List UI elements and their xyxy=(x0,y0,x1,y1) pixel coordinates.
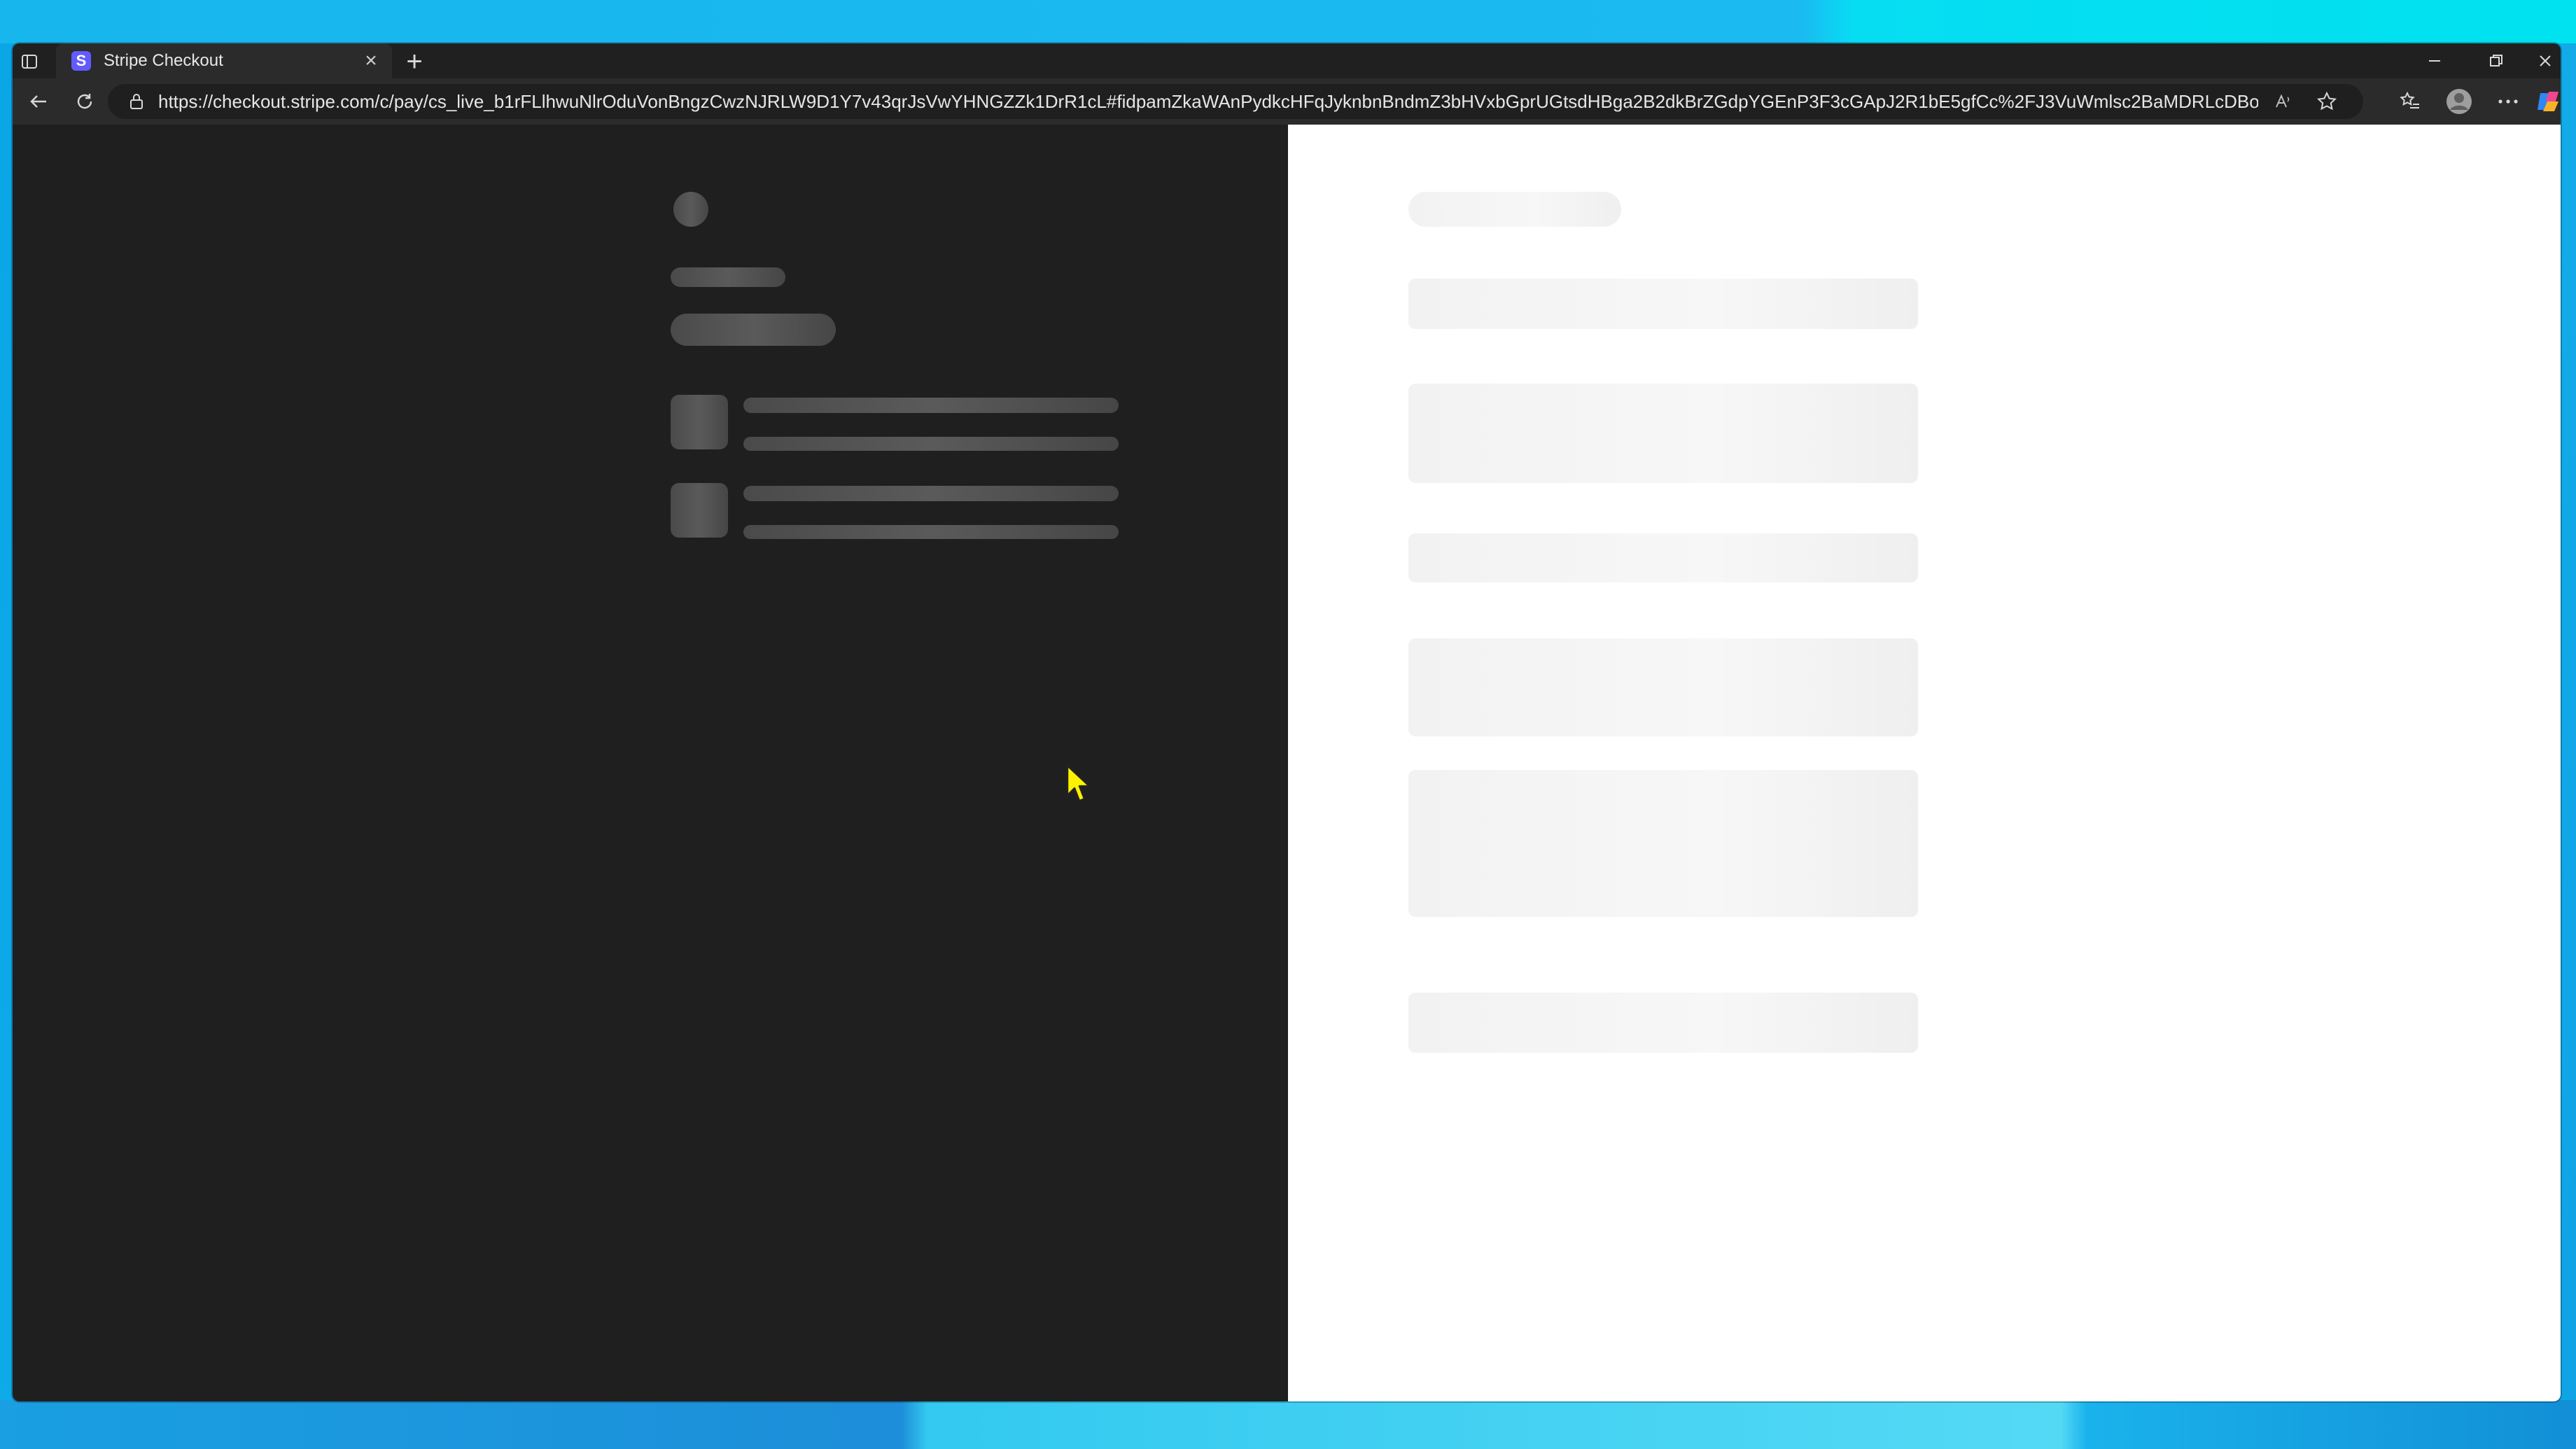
refresh-icon[interactable] xyxy=(69,85,101,118)
merchant-logo-skeleton xyxy=(673,192,708,227)
form-field-skeleton xyxy=(1408,279,1918,329)
more-icon[interactable] xyxy=(2492,85,2524,118)
line-item-text-skeleton xyxy=(743,437,1119,451)
read-aloud-icon[interactable] xyxy=(2269,88,2297,115)
form-field-skeleton xyxy=(1408,384,1918,483)
line-item-text-skeleton xyxy=(743,525,1119,539)
browser-window: S Stripe Checkout × + https://checkout.s… xyxy=(13,43,2561,1401)
line-item-image-skeleton xyxy=(671,395,728,449)
profile-icon[interactable] xyxy=(2443,85,2475,118)
favorites-icon[interactable] xyxy=(2394,85,2426,118)
tab-stripe-checkout[interactable]: S Stripe Checkout × xyxy=(56,43,392,78)
line-item-image-skeleton xyxy=(671,483,728,538)
line-item-text-skeleton xyxy=(743,486,1119,501)
copilot-icon[interactable] xyxy=(2533,85,2561,118)
window-close-icon[interactable] xyxy=(2530,43,2561,78)
stripe-favicon-icon: S xyxy=(71,51,91,71)
cursor-icon xyxy=(1066,764,1091,802)
close-icon[interactable]: × xyxy=(357,49,385,73)
tab-strip: S Stripe Checkout × + xyxy=(13,43,2561,78)
total-amount-skeleton xyxy=(671,314,836,346)
desktop-background-top xyxy=(0,0,2576,43)
minimize-icon[interactable] xyxy=(2407,43,2463,78)
form-field-skeleton xyxy=(1408,533,1918,582)
url-text[interactable]: https://checkout.stripe.com/c/pay/cs_liv… xyxy=(158,91,2258,113)
pay-button-skeleton xyxy=(1408,993,1918,1053)
merchant-name-skeleton xyxy=(671,267,785,287)
tab-title: Stripe Checkout xyxy=(104,51,223,70)
order-summary-pane xyxy=(13,125,1288,1401)
browser-toolbar: https://checkout.stripe.com/c/pay/cs_liv… xyxy=(13,78,2561,125)
lock-icon[interactable] xyxy=(125,90,148,113)
form-field-skeleton xyxy=(1408,770,1918,917)
tab-actions-icon[interactable] xyxy=(17,49,42,74)
new-tab-icon[interactable]: + xyxy=(399,46,430,77)
payment-form-pane xyxy=(1288,125,2561,1401)
form-heading-skeleton xyxy=(1408,192,1621,227)
desktop-background-bottom xyxy=(0,1400,2576,1449)
favorite-star-icon[interactable] xyxy=(2313,88,2341,115)
address-bar[interactable]: https://checkout.stripe.com/c/pay/cs_liv… xyxy=(108,84,2363,119)
line-item-text-skeleton xyxy=(743,398,1119,413)
restore-icon[interactable] xyxy=(2468,43,2524,78)
form-field-skeleton xyxy=(1408,638,1918,736)
checkout-page xyxy=(13,125,2561,1401)
back-icon[interactable] xyxy=(22,85,55,118)
